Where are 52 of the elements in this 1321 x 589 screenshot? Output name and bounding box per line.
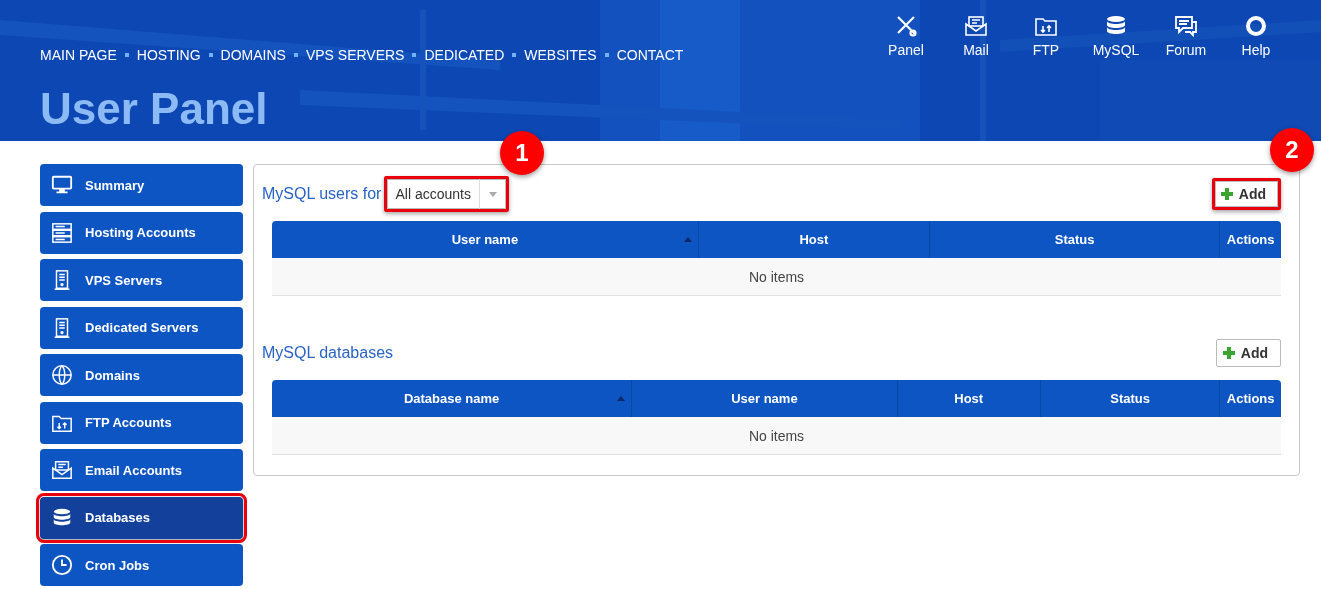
envelope-icon xyxy=(51,459,73,481)
nav-link[interactable]: CONTACT xyxy=(616,47,684,63)
sidebar-item[interactable]: Domains xyxy=(40,354,243,396)
bullet-icon xyxy=(208,53,213,57)
server-rack-icon xyxy=(51,221,73,244)
bullet-icon xyxy=(412,53,417,57)
plus-icon xyxy=(1220,188,1233,200)
empty-table-message: No items xyxy=(272,258,1281,296)
sidebar-item[interactable]: Hosting Accounts xyxy=(40,211,243,254)
page-title: User Panel xyxy=(39,87,268,131)
chat-icon xyxy=(1174,14,1198,38)
empty-table-message: No items xyxy=(272,417,1281,455)
sidebar-item[interactable]: VPS Servers xyxy=(40,259,243,301)
nav-link[interactable]: WEBSITES xyxy=(524,47,597,63)
lifebuoy-icon xyxy=(1244,14,1268,38)
plus-icon xyxy=(1222,347,1235,359)
shortcut-link[interactable]: Help xyxy=(1221,14,1291,64)
shortcut-link[interactable]: Forum xyxy=(1151,14,1221,64)
globe-icon xyxy=(51,364,73,386)
sidebar-item[interactable]: Email Accounts xyxy=(40,449,243,491)
shortcut-link[interactable]: Panel xyxy=(871,14,941,64)
monitor-icon xyxy=(51,174,73,196)
account-dropdown[interactable]: All accounts xyxy=(384,176,509,212)
step-marker: 1 xyxy=(500,131,544,175)
tools-icon xyxy=(894,14,918,38)
add-button[interactable]: Add xyxy=(1215,339,1281,367)
nav-link[interactable]: VPS SERVERS xyxy=(305,47,405,63)
column-header[interactable]: Database name xyxy=(272,380,632,417)
bullet-icon xyxy=(293,53,298,57)
nav-link[interactable]: HOSTING xyxy=(136,47,201,63)
bullet-icon xyxy=(604,53,609,57)
sort-icon xyxy=(683,237,692,242)
sidebar-item[interactable]: Summary xyxy=(40,164,243,206)
shortcut-link[interactable]: FTP xyxy=(1011,14,1081,64)
sidebar-item[interactable]: Dedicated Servers xyxy=(40,306,243,349)
bullet-icon xyxy=(512,53,517,57)
sidebar-item[interactable]: Cron Jobs xyxy=(40,544,243,586)
section-title: MySQL users for xyxy=(262,185,382,203)
caret-icon xyxy=(488,191,497,197)
shortcut-link[interactable]: Mail xyxy=(941,14,1011,64)
sort-icon xyxy=(617,396,626,401)
add-button[interactable]: Add xyxy=(1211,178,1281,210)
nav-link[interactable]: DEDICATED xyxy=(424,47,505,63)
nav-link[interactable]: DOMAINS xyxy=(220,47,286,63)
shortcut-link[interactable]: MySQL xyxy=(1081,14,1151,64)
sidebar-item[interactable]: FTP Accounts xyxy=(40,401,243,444)
envelope-icon xyxy=(964,14,988,38)
column-header[interactable]: User name xyxy=(272,221,698,258)
bullet-icon xyxy=(124,53,129,57)
nav-link[interactable]: MAIN PAGE xyxy=(40,47,117,63)
clock-icon xyxy=(51,554,73,576)
section-title: MySQL databases xyxy=(262,344,394,362)
